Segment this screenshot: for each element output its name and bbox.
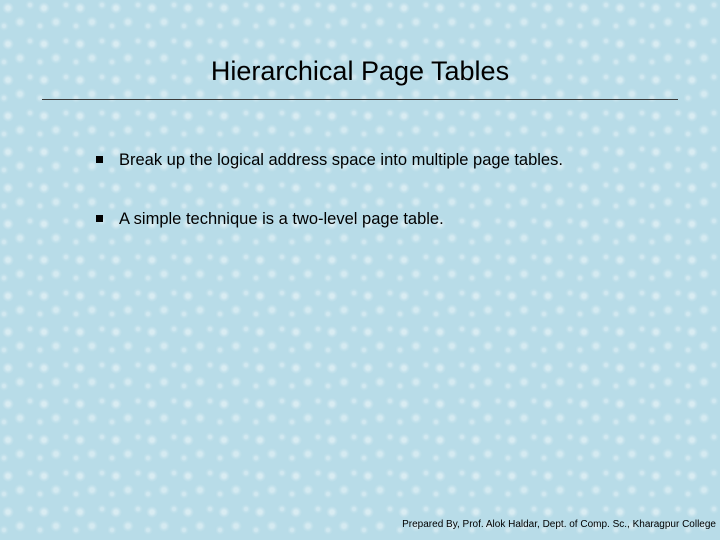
bullet-square-icon	[96, 215, 103, 222]
content-area: Break up the logical address space into …	[96, 150, 646, 269]
title-divider	[42, 99, 678, 100]
footer-credit: Prepared By, Prof. Alok Haldar, Dept. of…	[402, 519, 716, 530]
slide: Hierarchical Page Tables Break up the lo…	[0, 0, 720, 540]
list-item: Break up the logical address space into …	[96, 150, 646, 171]
bullet-text: Break up the logical address space into …	[119, 150, 563, 171]
list-item: A simple technique is a two-level page t…	[96, 209, 646, 230]
slide-title: Hierarchical Page Tables	[0, 56, 720, 87]
bullet-square-icon	[96, 156, 103, 163]
bullet-text: A simple technique is a two-level page t…	[119, 209, 444, 230]
